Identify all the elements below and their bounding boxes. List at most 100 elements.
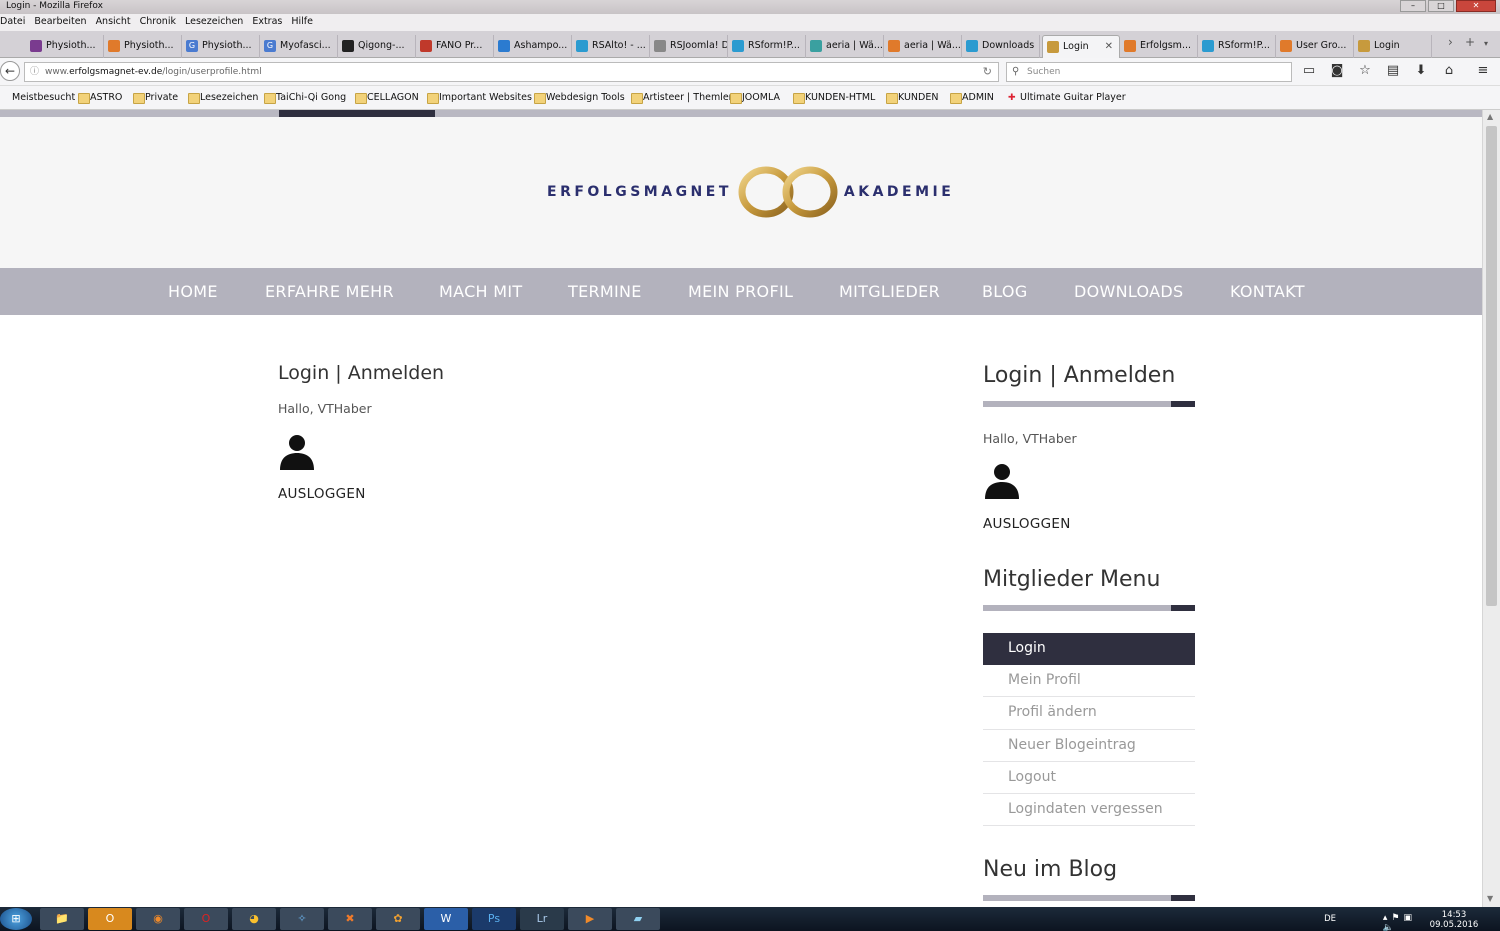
taskbar-firefox-icon[interactable]: ◉ <box>136 908 180 930</box>
clock[interactable]: 14:53 09.05.2016 <box>1424 910 1484 930</box>
menu-ansicht[interactable]: Ansicht <box>96 14 131 31</box>
maximize-button[interactable]: □ <box>1428 0 1454 12</box>
tab-scroll-right-icon[interactable]: › <box>1448 35 1453 49</box>
taskbar-explorer-icon[interactable]: 📁 <box>40 908 84 930</box>
browser-tab[interactable]: RSAlto! - ... <box>572 35 650 58</box>
taskbar-media-player-icon[interactable]: ▶ <box>568 908 612 930</box>
menu-datei[interactable]: Datei <box>0 14 25 31</box>
tray-icons[interactable]: ▴⚑▣🔈 <box>1383 913 1416 931</box>
url-prefix: www. <box>45 67 70 77</box>
nav-mitglieder[interactable]: MITGLIEDER <box>839 268 940 315</box>
hamburger-menu-icon[interactable]: ≡ <box>1474 61 1492 81</box>
page-scrollbar[interactable]: ▲ ▼ <box>1482 110 1500 907</box>
reader-view-icon[interactable]: ▭ <box>1300 61 1318 81</box>
browser-tab[interactable]: FANO Pr... <box>416 35 494 58</box>
scroll-down-icon[interactable]: ▼ <box>1487 894 1493 903</box>
minimize-button[interactable]: – <box>1400 0 1426 12</box>
members-menu-logindaten-vergessen[interactable]: Logindaten vergessen <box>983 794 1195 827</box>
nav-kontakt[interactable]: KONTAKT <box>1230 268 1305 315</box>
browser-tab[interactable]: aeria | Wä... <box>884 35 962 58</box>
bookmark-item[interactable]: KUNDEN-HTML <box>793 86 875 110</box>
reload-icon[interactable]: ↻ <box>983 63 992 81</box>
menu-bearbeiten[interactable]: Bearbeiten <box>34 14 86 31</box>
bookmark-item[interactable]: KUNDEN <box>886 86 938 110</box>
bookmark-item[interactable]: Important Websites <box>427 86 532 110</box>
taskbar-paint-icon[interactable]: ✿ <box>376 908 420 930</box>
close-window-button[interactable]: ✕ <box>1456 0 1496 12</box>
language-indicator[interactable]: DE <box>1324 914 1336 924</box>
taskbar-photoshop-icon[interactable]: Ps <box>472 908 516 930</box>
bookmark-item[interactable]: Lesezeichen <box>188 86 258 110</box>
taskbar-chrome-icon[interactable]: ◕ <box>232 908 276 930</box>
taskbar-lightroom-icon[interactable]: Lr <box>520 908 564 930</box>
browser-tab[interactable]: RSform!P... <box>1198 35 1276 58</box>
browser-tab[interactable]: Ashampo... <box>494 35 572 58</box>
browser-tab[interactable]: RSJoomla! De... <box>650 35 728 58</box>
menu-hilfe[interactable]: Hilfe <box>291 14 313 31</box>
taskbar-word-icon[interactable]: W <box>424 908 468 930</box>
browser-tab[interactable]: Physioth... <box>104 35 182 58</box>
sidebar-logout-link[interactable]: AUSLOGGEN <box>983 516 1071 532</box>
downloads-icon[interactable]: ⬇ <box>1412 61 1430 81</box>
menu-chronik[interactable]: Chronik <box>140 14 176 31</box>
nav-blog[interactable]: BLOG <box>982 268 1028 315</box>
bookmark-item[interactable]: ASTRO <box>78 86 122 110</box>
nav-mach-mit[interactable]: MACH MIT <box>439 268 522 315</box>
nav-downloads[interactable]: DOWNLOADS <box>1074 268 1183 315</box>
bookmark-item[interactable]: Ultimate Guitar Player <box>1008 86 1126 110</box>
bookmark-item[interactable]: Webdesign Tools <box>534 86 625 110</box>
browser-tab[interactable]: Login ✕ <box>1042 35 1120 58</box>
new-tab-icon[interactable]: + <box>1465 35 1475 49</box>
menu-lesezeichen[interactable]: Lesezeichen <box>185 14 243 31</box>
menu-bar: Datei Bearbeiten Ansicht Chronik Lesezei… <box>0 14 1500 31</box>
logo-text-right: AKADEMIE <box>843 184 955 200</box>
info-icon[interactable]: ⓘ <box>30 63 39 81</box>
browser-tab[interactable]: Qigong-... <box>338 35 416 58</box>
scrollbar-thumb[interactable] <box>1486 126 1497 606</box>
members-menu-login[interactable]: Login <box>983 633 1195 666</box>
members-menu-neuer-blogeintrag[interactable]: Neuer Blogeintrag <box>983 730 1195 762</box>
search-input[interactable]: ⚲ Suchen <box>1006 62 1292 82</box>
nav-termine[interactable]: TERMINE <box>568 268 642 315</box>
menu-extras[interactable]: Extras <box>252 14 282 31</box>
home-icon[interactable]: ⌂ <box>1440 61 1458 81</box>
bookmark-item[interactable]: Artisteer | Themler <box>631 86 733 110</box>
bookmark-item[interactable]: Meistbesucht <box>0 86 75 110</box>
browser-tab[interactable]: G Physioth... <box>182 35 260 58</box>
taskbar-outlook-icon[interactable]: O <box>88 908 132 930</box>
logout-link[interactable]: AUSLOGGEN <box>278 486 366 502</box>
bookmark-item[interactable]: ADMIN <box>950 86 994 110</box>
bookmark-item[interactable]: CELLAGON <box>355 86 419 110</box>
browser-tab[interactable]: User Gro... <box>1276 35 1354 58</box>
members-menu-mein-profil[interactable]: Mein Profil <box>983 665 1195 698</box>
browser-tab[interactable]: G Myofasci... <box>260 35 338 58</box>
nav-mein-profil[interactable]: MEIN PROFIL <box>688 268 793 315</box>
taskbar-xampp-icon[interactable]: ✖ <box>328 908 372 930</box>
taskbar-opera-icon[interactable]: O <box>184 908 228 930</box>
close-tab-icon[interactable]: ✕ <box>1105 36 1113 58</box>
nav-erfahre-mehr[interactable]: ERFAHRE MEHR <box>265 268 394 315</box>
taskbar-safari-icon[interactable]: ✧ <box>280 908 324 930</box>
bookmark-star-icon[interactable]: ☆ <box>1356 61 1374 81</box>
browser-tab[interactable]: Downloads <box>962 35 1040 58</box>
tab-list-icon[interactable]: ▾ <box>1484 39 1488 48</box>
browser-tab[interactable]: Physioth... <box>26 35 104 58</box>
nav-home[interactable]: HOME <box>168 268 218 315</box>
browser-tab[interactable]: Login <box>1354 35 1432 58</box>
site-logo[interactable]: ERFOLGSMAGNET AKADEMIE <box>547 166 955 218</box>
bookmark-item[interactable]: TaiChi-Qi Gong <box>264 86 346 110</box>
browser-tab[interactable]: RSform!P... <box>728 35 806 58</box>
back-button[interactable]: ← <box>0 61 20 81</box>
taskbar-app-icon[interactable]: ▰ <box>616 908 660 930</box>
browser-tab[interactable]: Erfolgsm... <box>1120 35 1198 58</box>
bookmark-item[interactable]: Private <box>133 86 178 110</box>
bookmarks-list-icon[interactable]: ▤ <box>1384 61 1402 81</box>
scroll-up-icon[interactable]: ▲ <box>1487 112 1493 121</box>
pocket-icon[interactable]: ◙ <box>1328 61 1346 81</box>
browser-tab[interactable]: aeria | Wä... <box>806 35 884 58</box>
url-bar[interactable]: ⓘ www.erfolgsmagnet-ev.de/login/userprof… <box>24 62 999 82</box>
start-button[interactable]: ⊞ <box>0 908 32 930</box>
bookmark-item[interactable]: JOOMLA <box>730 86 780 110</box>
members-menu-logout[interactable]: Logout <box>983 762 1195 794</box>
members-menu-profil-aendern[interactable]: Profil ändern <box>983 697 1195 730</box>
